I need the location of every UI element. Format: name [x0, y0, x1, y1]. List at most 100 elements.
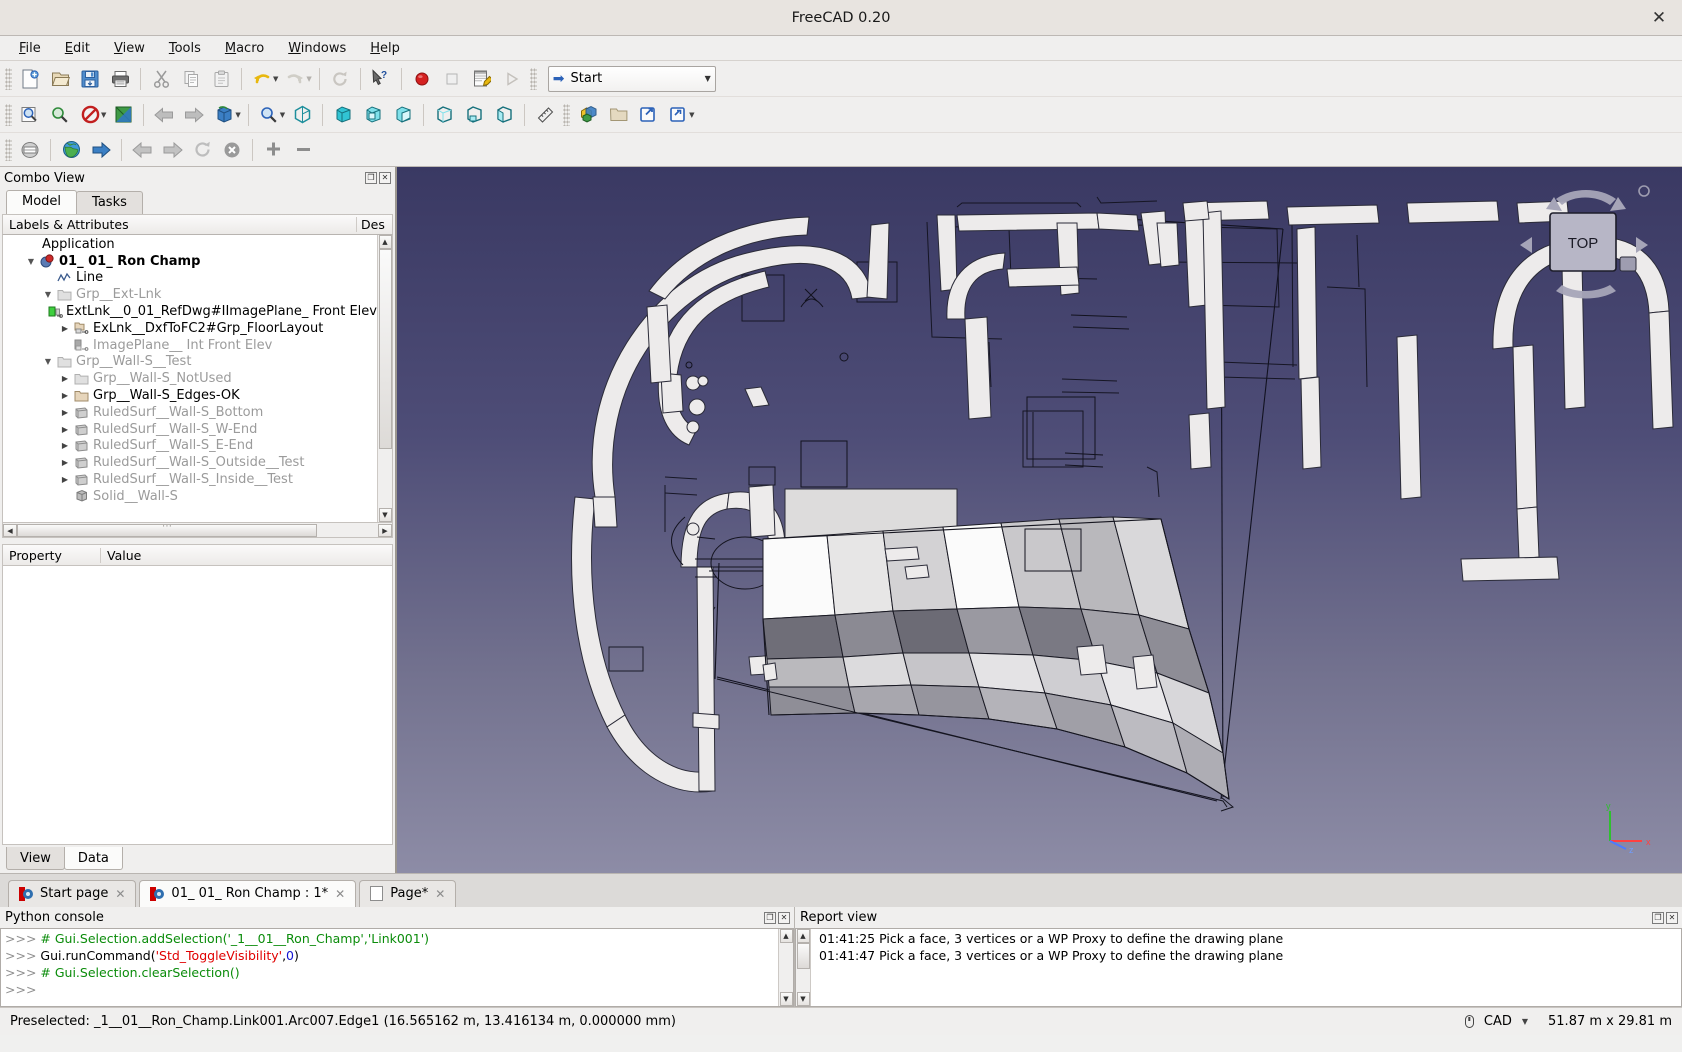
fit-selection-icon[interactable] — [45, 101, 75, 129]
tree-item[interactable]: ▶ RuledSurf__Wall-S_Inside__Test — [3, 471, 377, 488]
save-document-icon[interactable] — [75, 65, 105, 93]
folder-icon[interactable] — [603, 101, 633, 129]
python-console-lines[interactable]: >>> # Gui.Selection.addSelection('_1__01… — [1, 929, 778, 1006]
right-view-icon[interactable] — [388, 101, 418, 129]
tab-view[interactable]: View — [6, 847, 65, 870]
tab-data[interactable]: Data — [63, 847, 123, 870]
part-icon[interactable] — [573, 101, 603, 129]
web-forward-icon[interactable] — [157, 136, 187, 164]
measure-icon[interactable] — [530, 101, 560, 129]
tree-item[interactable]: ▶ RuledSurf__Wall-S_Outside__Test — [3, 454, 377, 471]
zoom-out-icon[interactable] — [288, 136, 318, 164]
tree-item[interactable]: ▶ Grp__Wall-S_Edges-OK — [3, 387, 377, 404]
tree-item[interactable]: ▶ ExLnk__DxfToFC2#Grp_FloorLayout — [3, 320, 377, 337]
nav-forward-icon[interactable] — [179, 101, 209, 129]
scroll-up-icon[interactable]: ▲ — [779, 929, 793, 943]
close-tab-icon[interactable]: ✕ — [335, 887, 345, 901]
view-rotate-icon[interactable] — [209, 101, 239, 129]
tree-vertical-scrollbar[interactable]: ▲ ▼ — [377, 235, 392, 522]
link-icon[interactable] — [633, 101, 663, 129]
tree-item[interactable]: ▶ RuledSurf__Wall-S_Bottom — [3, 404, 377, 421]
scroll-thumb-h[interactable] — [17, 523, 317, 537]
undo-icon[interactable] — [247, 65, 277, 93]
whats-this-icon[interactable]: ? — [366, 65, 396, 93]
expander-closed-icon[interactable]: ▶ — [58, 374, 72, 383]
scroll-left-icon[interactable]: ◀ — [3, 523, 17, 537]
menu-item-macro[interactable]: Macro — [214, 38, 275, 59]
python-console-body[interactable]: >>> # Gui.Selection.addSelection('_1__01… — [0, 928, 794, 1007]
macro-execute-icon[interactable] — [497, 65, 527, 93]
zoom-box-icon[interactable] — [254, 101, 284, 129]
tree-horizontal-scrollbar[interactable]: ◀ ▶ — [2, 523, 393, 538]
scroll-down-icon[interactable]: ▼ — [779, 992, 793, 1006]
tree-header-description[interactable]: Des — [356, 217, 392, 232]
report-view-body[interactable]: ▲ ▼ 01:41:25 Pick a face, 3 vertices or … — [795, 928, 1682, 1007]
float-panel-icon[interactable]: ❐ — [365, 172, 377, 184]
top-view-icon[interactable] — [358, 101, 388, 129]
axonometric-icon[interactable] — [287, 101, 317, 129]
close-panel-icon[interactable]: ✕ — [1666, 911, 1678, 924]
left-view-icon[interactable] — [489, 101, 519, 129]
close-tab-icon[interactable]: ✕ — [435, 887, 445, 901]
expander-closed-icon[interactable]: ▶ — [58, 324, 72, 333]
bottom-view-icon[interactable] — [459, 101, 489, 129]
expander-closed-icon[interactable]: ▶ — [58, 475, 72, 484]
document-tab[interactable]: Start page ✕ — [8, 880, 137, 907]
menu-item-windows[interactable]: Windows — [277, 38, 357, 59]
copy-icon[interactable] — [176, 65, 206, 93]
menu-item-edit[interactable]: Edit — [54, 38, 101, 59]
document-tab[interactable]: Page* ✕ — [359, 880, 457, 907]
3d-viewport[interactable]: TOP y x z — [396, 167, 1682, 873]
expander-closed-icon[interactable]: ▶ — [58, 458, 72, 467]
macro-edit-icon[interactable] — [467, 65, 497, 93]
expander-closed-icon[interactable]: ▶ — [58, 408, 72, 417]
toolbar-grip[interactable] — [5, 103, 12, 126]
rear-view-icon[interactable] — [429, 101, 459, 129]
draw-style-icon[interactable] — [75, 101, 105, 129]
scroll-down-icon[interactable]: ▼ — [378, 508, 392, 522]
macro-record-icon[interactable] — [407, 65, 437, 93]
tab-model[interactable]: Model — [6, 190, 78, 214]
tree-item[interactable]: Solid__Wall-S — [3, 488, 377, 505]
tree-item[interactable]: Application — [3, 236, 377, 253]
paste-icon[interactable] — [206, 65, 236, 93]
tree-item[interactable]: ▶ RuledSurf__Wall-S_E-End — [3, 438, 377, 455]
property-rows[interactable] — [3, 566, 392, 844]
toolbar-grip[interactable] — [5, 138, 12, 161]
web-refresh-icon[interactable] — [187, 136, 217, 164]
toolbar-grip[interactable] — [5, 67, 12, 90]
tree-item[interactable]: ▶ Grp__Wall-S_NotUsed — [3, 370, 377, 387]
window-close-button[interactable]: ✕ — [1648, 7, 1670, 29]
close-panel-icon[interactable]: ✕ — [379, 172, 391, 184]
print-icon[interactable] — [105, 65, 135, 93]
scroll-up-icon[interactable]: ▲ — [796, 929, 810, 943]
web-stop-icon[interactable] — [217, 136, 247, 164]
float-panel-icon[interactable]: ❐ — [1652, 911, 1664, 924]
scroll-up-icon[interactable]: ▲ — [378, 235, 392, 249]
tree-header-labels[interactable]: Labels & Attributes — [3, 217, 356, 232]
report-view-scrollbar[interactable]: ▲ ▼ — [796, 929, 811, 1006]
expander-open-icon[interactable]: ▼ — [41, 357, 55, 366]
tree-item[interactable]: ▼ Grp__Wall-S__Test — [3, 354, 377, 371]
open-document-icon[interactable] — [45, 65, 75, 93]
python-console-scrollbar[interactable]: ▲ ▼ — [778, 929, 793, 1006]
tree-item[interactable]: ▼ 01_ 01_ Ron Champ — [3, 253, 377, 270]
clipping-icon[interactable] — [108, 101, 138, 129]
navigation-cube[interactable]: TOP — [1514, 179, 1652, 307]
scroll-down-icon[interactable]: ▼ — [796, 992, 810, 1006]
property-header-property[interactable]: Property — [3, 547, 101, 563]
scroll-thumb[interactable] — [796, 943, 810, 969]
float-panel-icon[interactable]: ❐ — [764, 911, 776, 924]
menu-item-file[interactable]: File — [8, 38, 52, 59]
expander-closed-icon[interactable]: ▶ — [58, 391, 72, 400]
web-back-icon[interactable] — [127, 136, 157, 164]
link-group-icon[interactable] — [663, 101, 693, 129]
document-tab[interactable]: 01_ 01_ Ron Champ : 1* ✕ — [139, 880, 357, 907]
web-go-icon[interactable] — [86, 136, 116, 164]
report-view-lines[interactable]: 01:41:25 Pick a face, 3 vertices or a WP… — [811, 929, 1681, 1006]
expander-closed-icon[interactable]: ▶ — [58, 425, 72, 434]
tree-item[interactable]: ExtLnk__0_01_RefDwg#IImagePlane_ Front E… — [3, 303, 377, 320]
cut-icon[interactable] — [146, 65, 176, 93]
model-tree-rows[interactable]: Application ▼ 01_ 01_ Ron Champ Line ▼ Grp__E… — [3, 235, 377, 522]
close-panel-icon[interactable]: ✕ — [778, 911, 790, 924]
